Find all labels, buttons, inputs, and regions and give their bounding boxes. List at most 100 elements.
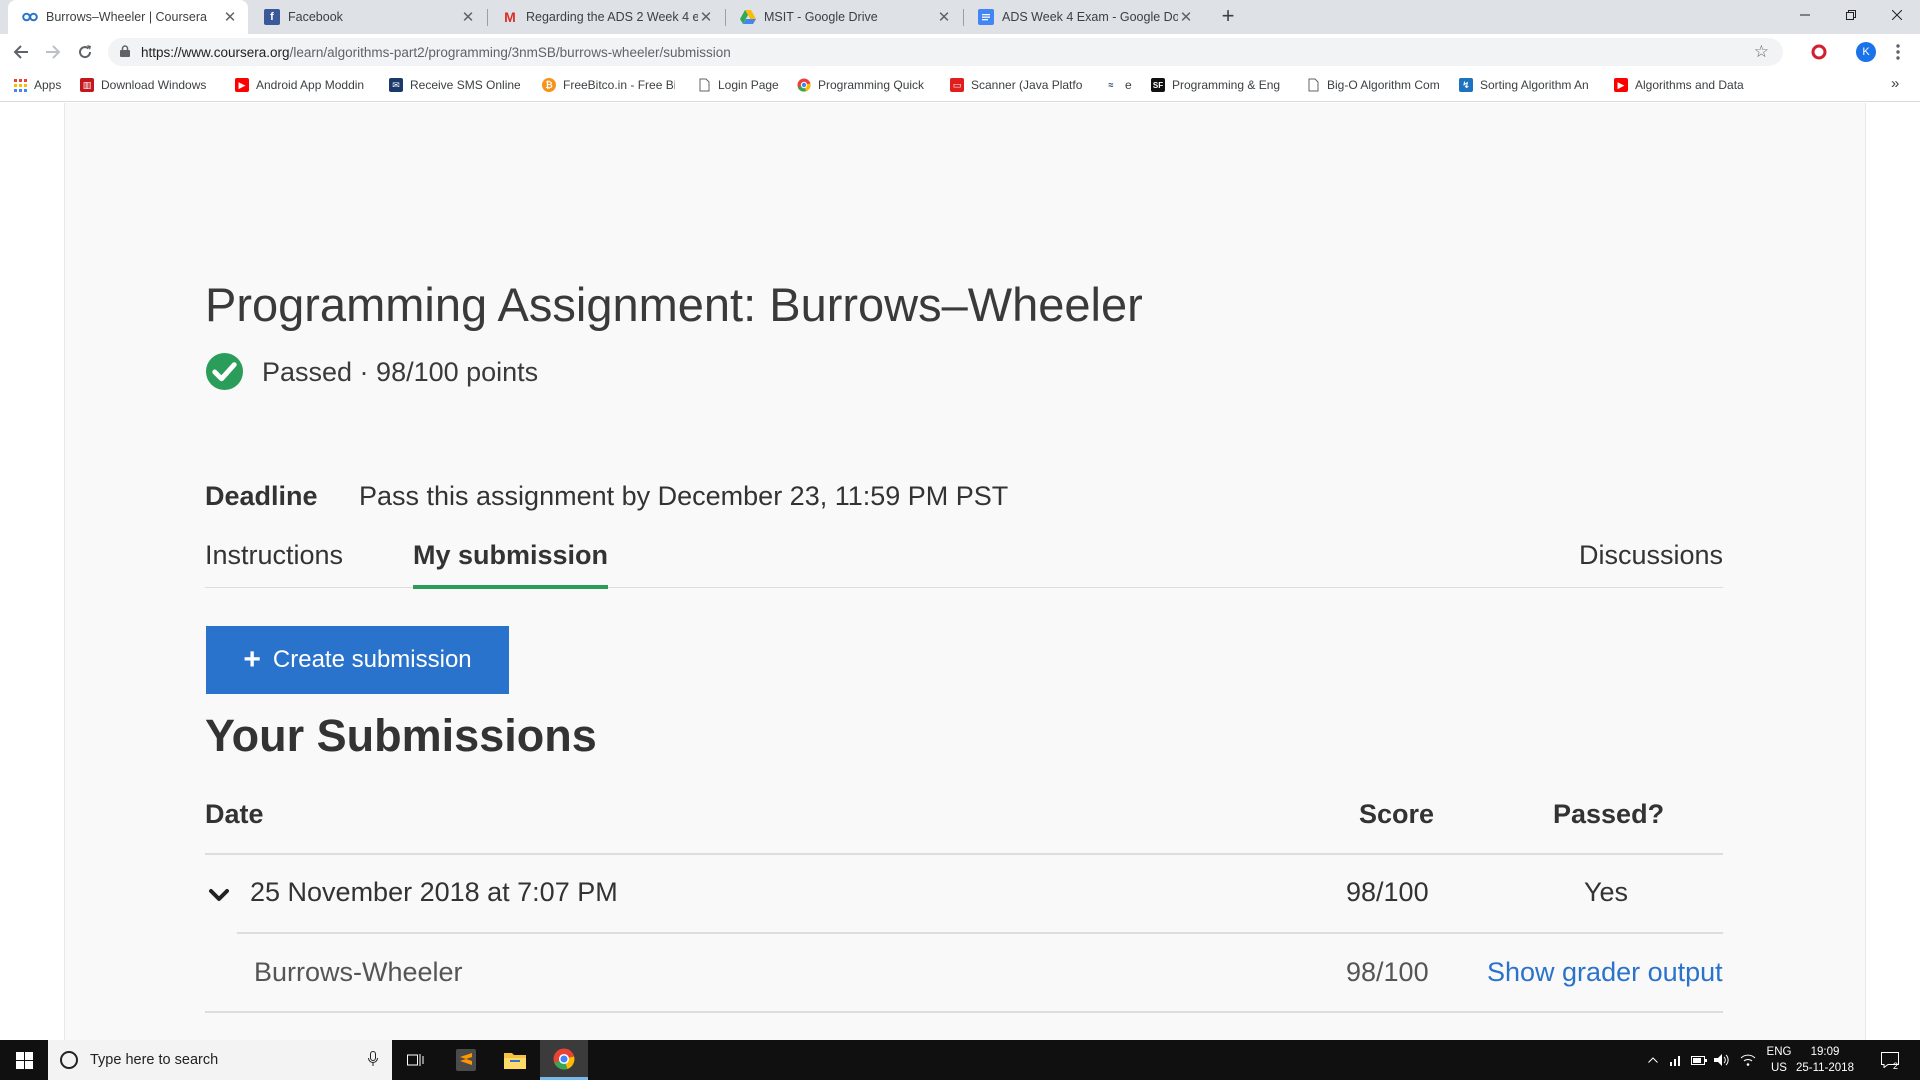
submissions-heading: Your Submissions (205, 710, 597, 761)
bookmark-programming-quick[interactable]: Programming Quick (797, 78, 924, 92)
check-circle-icon (205, 352, 244, 391)
bookmark-label: Receive SMS Online (410, 78, 520, 92)
close-tab-icon[interactable]: ✕ (698, 8, 714, 26)
system-clock[interactable]: 19:09 25-11-2018 (1795, 1044, 1855, 1076)
create-submission-button[interactable]: + Create submission (206, 626, 509, 694)
language-indicator[interactable]: ENG US (1762, 1044, 1796, 1076)
windows-download-icon: ▥ (80, 78, 94, 92)
bookmarks-overflow-button[interactable]: » (1891, 75, 1899, 92)
minimize-icon[interactable] (1782, 0, 1828, 30)
close-tab-icon[interactable]: ✕ (1178, 8, 1194, 26)
close-tab-icon[interactable]: ✕ (222, 8, 238, 26)
chrome-icon (797, 78, 811, 92)
search-placeholder: Type here to search (90, 1052, 219, 1068)
url-host: https://www.coursera.org (141, 45, 290, 60)
page-icon (697, 78, 711, 92)
bookmark-android-app[interactable]: ▶ Android App Moddin (235, 78, 364, 92)
bookmark-scanner-java[interactable]: ▭ Scanner (Java Platfor (950, 78, 1083, 92)
bookmark-sorting-algorithm[interactable]: ↯ Sorting Algorithm An (1459, 78, 1589, 92)
restore-icon[interactable] (1828, 0, 1874, 30)
bookmark-programming-eng[interactable]: SF Programming & Eng (1151, 78, 1280, 92)
bookmark-star-icon[interactable]: ☆ (1754, 42, 1769, 62)
back-icon[interactable] (9, 40, 33, 64)
file-explorer-icon[interactable] (491, 1040, 539, 1080)
tab-title: Regarding the ADS 2 Week 4 exa (526, 10, 698, 24)
tab-title: Facebook (288, 10, 343, 24)
column-header-passed: Passed? (1553, 799, 1665, 829)
bookmark-label: Big-O Algorithm Com (1327, 78, 1439, 92)
avatar[interactable]: K (1854, 40, 1878, 64)
battery-icon[interactable] (1688, 1040, 1710, 1080)
forward-icon[interactable] (41, 40, 65, 64)
tab-title: ADS Week 4 Exam - Google Docs (1002, 10, 1178, 24)
bookmark-label: e (1125, 78, 1132, 92)
bookmark-big-o[interactable]: Big-O Algorithm Com (1306, 78, 1439, 92)
opera-extension-icon[interactable] (1807, 40, 1831, 64)
tab-google-drive[interactable]: MSIT - Google Drive ✕ (726, 0, 962, 34)
notifications-icon[interactable]: 2 (1870, 1040, 1910, 1080)
bookmark-receive-sms[interactable]: ✉ Receive SMS Online (389, 78, 520, 92)
bookmark-label: Scanner (Java Platfor (971, 78, 1083, 92)
tab-gmail[interactable]: M Regarding the ADS 2 Week 4 exa ✕ (488, 0, 724, 34)
bookmark-apps[interactable]: Apps (13, 78, 61, 92)
google-drive-icon (740, 9, 756, 25)
tab-my-submission[interactable]: My submission (413, 540, 608, 571)
url-text[interactable]: https://www.coursera.org/learn/algorithm… (141, 45, 731, 60)
bookmark-label: FreeBitco.in - Free Bi (563, 78, 675, 92)
page-title: Programming Assignment: Burrows–Wheeler (205, 278, 1143, 331)
network-status-icon[interactable] (1665, 1040, 1687, 1080)
tab-coursera[interactable]: Burrows–Wheeler | Coursera ✕ (8, 0, 248, 34)
tab-facebook[interactable]: f Facebook ✕ (250, 0, 486, 34)
apps-grid-icon (13, 78, 27, 92)
new-tab-button[interactable]: + (1216, 5, 1240, 29)
sorting-icon: ↯ (1459, 78, 1473, 92)
lock-icon (120, 45, 130, 57)
tab-title: Burrows–Wheeler | Coursera (46, 10, 207, 24)
address-bar[interactable]: https://www.coursera.org/learn/algorithm… (108, 38, 1783, 66)
column-header-score: Score (1359, 799, 1435, 829)
site-icon: ≈ (1108, 80, 1114, 90)
oracle-icon: ▭ (950, 78, 964, 92)
url-path: /learn/algorithms-part2/programming/3nmS… (289, 45, 731, 60)
taskbar: Type here to search ENG US 19:09 25-11-2… (0, 1040, 1920, 1080)
taskbar-search-box[interactable]: Type here to search (48, 1040, 392, 1080)
bookmark-label: Algorithms and Data (1635, 78, 1744, 92)
windows-start-icon[interactable] (0, 1040, 48, 1080)
wifi-icon[interactable] (1737, 1040, 1759, 1080)
page-icon (1306, 78, 1320, 92)
plus-icon: + (243, 643, 261, 676)
deadline-label: Deadline (205, 481, 318, 511)
youtube-icon: ▶ (1614, 78, 1628, 92)
language-code: ENG (1766, 1046, 1792, 1058)
sublime-text-icon[interactable] (442, 1040, 490, 1080)
tab-instructions[interactable]: Instructions (205, 540, 343, 571)
chrome-taskbar-icon[interactable] (540, 1040, 588, 1080)
close-tab-icon[interactable]: ✕ (936, 8, 952, 26)
volume-icon[interactable] (1711, 1040, 1733, 1080)
chevron-down-icon[interactable] (208, 884, 230, 906)
active-tab-indicator (413, 585, 608, 589)
reload-icon[interactable] (73, 40, 97, 64)
bookmark-freebitcoin[interactable]: ₿ FreeBitco.in - Free Bi (542, 78, 675, 92)
microphone-icon[interactable] (368, 1050, 378, 1070)
tab-google-docs[interactable]: ADS Week 4 Exam - Google Docs ✕ (964, 0, 1204, 34)
sf-icon: SF (1151, 78, 1165, 92)
tab-discussions[interactable]: Discussions (1579, 540, 1723, 571)
table-header-divider (205, 853, 1723, 855)
facebook-icon: f (264, 9, 280, 25)
bookmark-e[interactable]: ≈ e (1104, 78, 1132, 92)
show-grader-output-link[interactable]: Show grader output (1487, 957, 1723, 988)
bookmark-algorithms-data[interactable]: ▶ Algorithms and Data (1614, 78, 1744, 92)
submission-date[interactable]: 25 November 2018 at 7:07 PM (250, 877, 618, 908)
close-tab-icon[interactable]: ✕ (460, 8, 476, 26)
bookmark-download-windows[interactable]: ▥ Download Windows (80, 78, 206, 92)
bookmark-label: Download Windows (101, 78, 207, 92)
bookmark-login-page[interactable]: Login Page (697, 78, 779, 92)
chevron-up-icon[interactable] (1642, 1040, 1664, 1080)
close-window-icon[interactable] (1874, 0, 1920, 30)
gmail-icon: M (504, 9, 516, 25)
task-view-icon[interactable] (392, 1040, 440, 1080)
menu-dots-icon[interactable] (1886, 40, 1910, 64)
bookmark-label: Android App Moddin (256, 78, 365, 92)
deadline-text: Pass this assignment by December 23, 11:… (359, 481, 1009, 511)
